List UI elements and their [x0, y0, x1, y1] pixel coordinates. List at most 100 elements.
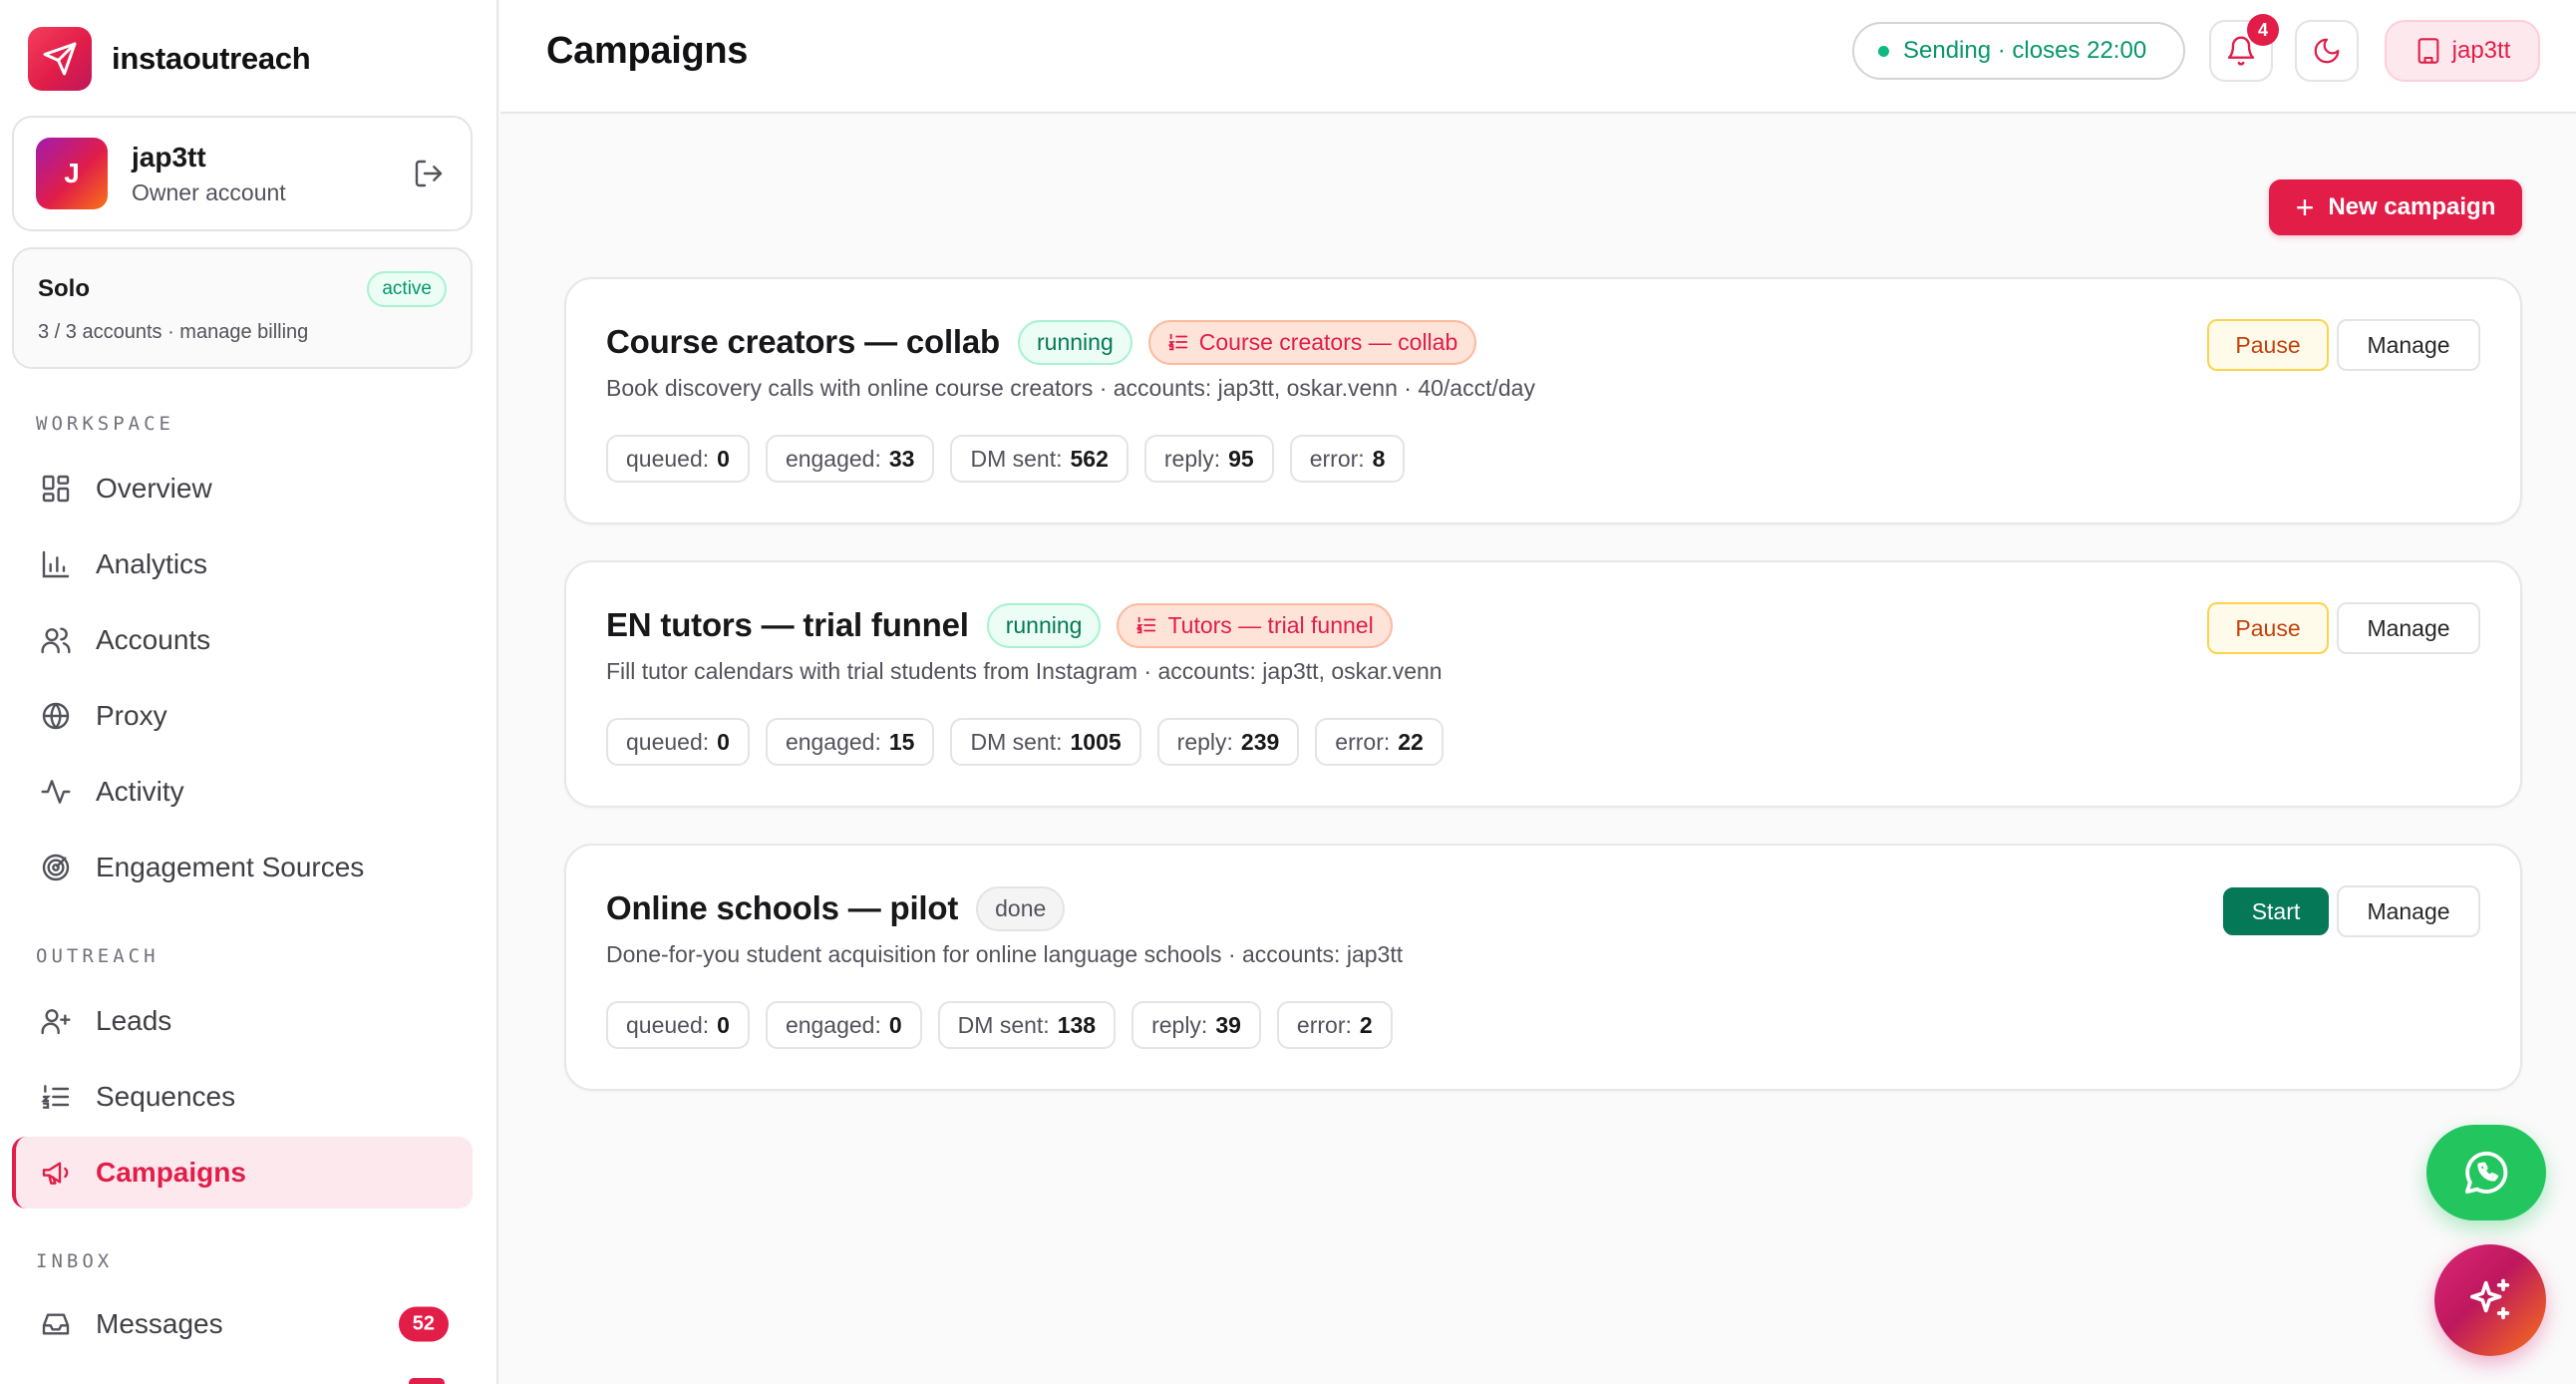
logout-icon	[415, 160, 443, 187]
stat-label: queued:	[626, 728, 710, 755]
pulse-icon	[38, 774, 74, 810]
sidebar-item-label: Analytics	[96, 548, 208, 579]
stat-reply: reply: 39	[1131, 1001, 1261, 1049]
theme-toggle-button[interactable]	[2295, 20, 2359, 82]
sidebar-item-label: Overview	[96, 473, 212, 504]
stat-value: 22	[1398, 728, 1424, 755]
campaign-description: Done-for-you student acquisition for onl…	[606, 941, 1404, 967]
sparkles-icon	[2469, 1278, 2510, 1320]
bar-chart-icon	[38, 546, 74, 582]
grid-icon	[38, 471, 74, 507]
user-name: jap3tt	[132, 141, 206, 173]
stat-label: error:	[1335, 728, 1391, 755]
sidebar-item-label: Engagement Sources	[96, 852, 365, 882]
campaign-sequence-tag[interactable]: Tutors — trial funnel	[1117, 602, 1393, 648]
brand-name: instaoutreach	[112, 41, 311, 76]
sidebar-item-overview[interactable]: Overview	[12, 453, 473, 524]
manage-button[interactable]: Manage	[2337, 319, 2480, 371]
sending-status: Sending · closes 22:00	[1852, 22, 2185, 80]
sidebar-item-label: Proxy	[96, 700, 167, 731]
campaign-stats: queued: 0 engaged: 15 DM sent: 1005 reply: 2…	[606, 718, 1459, 766]
users-icon	[38, 622, 74, 658]
stat-label: engaged:	[785, 728, 881, 755]
page-title: Campaigns	[546, 30, 749, 72]
stat-queued: queued: 0	[606, 1001, 750, 1049]
user-plus-icon	[38, 1003, 74, 1039]
moon-icon	[2314, 38, 2340, 64]
sidebar-item-proxy[interactable]: Proxy	[12, 680, 473, 752]
plan-card[interactable]: Solo active 3 / 3 accounts · manage bill…	[12, 247, 473, 369]
nav-section-workspace: WORKSPACE	[36, 413, 174, 435]
sidebar-item-analytics[interactable]: Analytics	[12, 528, 473, 600]
stat-label: DM sent:	[970, 728, 1063, 755]
stat-error: error: 2	[1276, 1001, 1393, 1049]
stat-label: error:	[1296, 1011, 1352, 1038]
new-campaign-label: New campaign	[2328, 193, 2496, 220]
pause-button[interactable]: Pause	[2207, 319, 2329, 371]
whatsapp-button[interactable]	[2426, 1125, 2546, 1220]
stat-engaged: engaged: 33	[765, 435, 935, 483]
campaign-status-badge: done	[976, 885, 1066, 931]
sequence-name: Course creators — collab	[1198, 328, 1458, 355]
sidebar-item-accounts[interactable]: Accounts	[12, 604, 473, 676]
list-ordered-icon	[1135, 616, 1156, 634]
notifications-count-badge: 4	[2247, 14, 2279, 46]
campaign-sequence-tag[interactable]: Course creators — collab	[1147, 319, 1477, 365]
sequence-name: Tutors — trial funnel	[1167, 611, 1374, 638]
campaign-card: EN tutors — trial funnel running Tutors …	[564, 560, 2522, 808]
stat-value: 39	[1215, 1011, 1241, 1038]
sidebar-item-sequences[interactable]: Sequences	[12, 1061, 473, 1133]
start-button[interactable]: Start	[2223, 887, 2329, 935]
megaphone-icon	[38, 1155, 74, 1191]
campaign-status-badge: running	[1018, 319, 1132, 365]
sidebar-item-messages[interactable]: Messages 52	[12, 1288, 473, 1360]
manage-button[interactable]: Manage	[2337, 885, 2480, 937]
plus-icon: +	[2295, 189, 2315, 225]
stat-dm-sent: DM sent: 562	[950, 435, 1128, 483]
stat-label: reply:	[1176, 728, 1233, 755]
stat-engaged: engaged: 0	[765, 1001, 922, 1049]
stat-value: 562	[1070, 445, 1109, 472]
campaign-description: Book discovery calls with online course …	[606, 375, 1535, 401]
new-campaign-button[interactable]: + New campaign	[2269, 179, 2522, 235]
notifications-button[interactable]: 4	[2209, 14, 2279, 82]
list-ordered-icon	[38, 1079, 74, 1115]
plan-status-badge: active	[367, 271, 447, 307]
building-icon	[2417, 38, 2439, 64]
user-card: J jap3tt Owner account	[12, 116, 473, 231]
campaign-card: Online schools — pilot done Done-for-you…	[564, 844, 2522, 1091]
avatar: J	[36, 138, 108, 209]
manage-button[interactable]: Manage	[2337, 602, 2480, 654]
stat-value: 15	[888, 728, 915, 755]
stat-label: reply:	[1151, 1011, 1208, 1038]
campaign-stats: queued: 0 engaged: 33 DM sent: 562 reply: 95…	[606, 435, 1421, 483]
stat-reply: reply: 95	[1143, 435, 1274, 483]
campaign-card: Course creators — collab running Course …	[564, 277, 2522, 524]
sidebar-item-label: Sequences	[96, 1081, 236, 1112]
sidebar-item-label: Campaigns	[96, 1157, 246, 1188]
sidebar-item-engagement-sources[interactable]: Engagement Sources	[12, 832, 473, 903]
brand[interactable]: instaoutreach	[28, 26, 311, 92]
organization-name: jap3tt	[2451, 37, 2511, 64]
pause-button[interactable]: Pause	[2207, 602, 2329, 654]
user-role: Owner account	[132, 178, 286, 205]
sidebar-item-campaigns[interactable]: Campaigns	[12, 1137, 473, 1209]
logout-button[interactable]	[409, 154, 449, 193]
whatsapp-icon	[2464, 1151, 2508, 1195]
sidebar-item-activity[interactable]: Activity	[12, 756, 473, 828]
stat-value: 8	[1372, 445, 1386, 472]
stat-value: 239	[1240, 728, 1280, 755]
ai-assistant-button[interactable]	[2434, 1244, 2546, 1356]
stat-error: error: 8	[1289, 435, 1406, 483]
globe-icon	[38, 698, 74, 734]
sidebar-item-leads[interactable]: Leads	[12, 985, 473, 1057]
stat-value: 0	[717, 1011, 730, 1038]
stat-value: 95	[1228, 445, 1254, 472]
stat-label: engaged:	[785, 445, 881, 472]
stat-value: 0	[888, 1011, 902, 1038]
campaign-status-badge: running	[986, 602, 1102, 648]
nav-section-inbox: INBOX	[36, 1250, 114, 1272]
stat-label: queued:	[626, 1011, 710, 1038]
campaign-description: Fill tutor calendars with trial students…	[606, 658, 1443, 684]
organization-switcher[interactable]: jap3tt	[2385, 20, 2540, 82]
